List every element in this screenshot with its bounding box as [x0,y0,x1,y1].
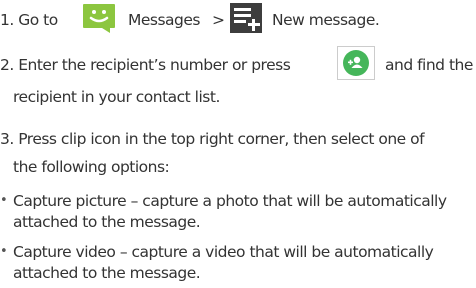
new-message-icon [230,3,262,33]
add-contact-icon [337,46,375,80]
messages-app-icon [83,4,115,33]
step-2-line-2: recipient in your contact list. [13,88,220,106]
step-3-line-2: the following options: [13,158,170,176]
option-line-1: Capture picture – capture a photo that w… [13,192,447,210]
step-2-line-1b: and find the [385,56,473,74]
option-line-2: attached to the message. [13,264,201,282]
step-1-prefix: 1. Go to [0,11,58,29]
bullet: • [0,244,8,259]
instruction-page: { "steps": { "step1": { "prefix": "1. Go… [0,0,476,288]
option-line-1: Capture video – capture a video that wil… [13,243,434,261]
breadcrumb-separator: > [212,11,225,29]
option-line-2: attached to the message. [13,213,201,231]
messages-label: Messages [128,11,201,29]
step-2-line-1a: 2. Enter the recipient’s number or press [0,56,291,74]
new-message-label: New message. [272,11,380,29]
step-3-line-1: 3. Press clip icon in the top right corn… [0,130,425,148]
bullet: • [0,193,8,208]
